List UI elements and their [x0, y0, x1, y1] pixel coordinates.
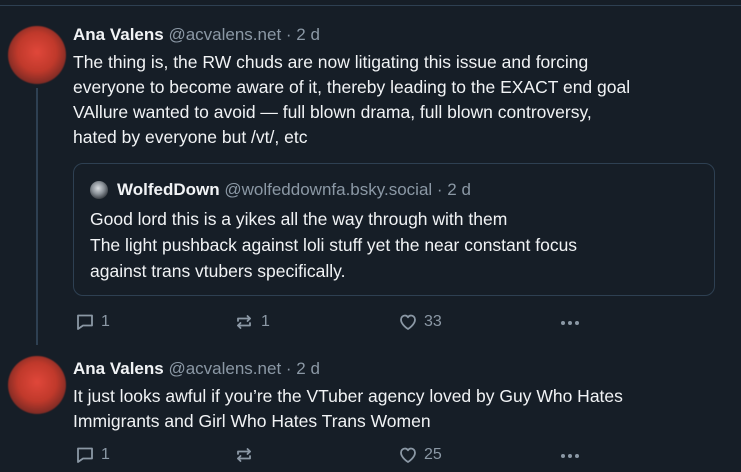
post-text: The thing is, the RW chuds are now litig… [73, 50, 723, 150]
post-header: Ana Valens @acvalens.net · 2 d [73, 358, 320, 380]
repost-icon [237, 315, 251, 329]
post-text-line: hated by everyone but /vt/, etc [73, 127, 308, 147]
repost-button[interactable] [233, 443, 261, 467]
quoted-post-text: Good lord this is a yikes all the way th… [90, 206, 577, 284]
repost-count: 1 [261, 313, 270, 330]
quoted-author-avatar[interactable] [90, 181, 108, 199]
post-actions: 1 1 33 [73, 310, 593, 334]
post-2[interactable]: Ana Valens @acvalens.net · 2 d It just l… [0, 345, 741, 472]
post-header: Ana Valens @acvalens.net · 2 d [73, 24, 320, 46]
post-text: It just looks awful if you’re the VTuber… [73, 384, 723, 434]
quoted-post-header: WolfedDown @wolfeddownfa.bsky.social · 2… [117, 179, 471, 201]
quoted-author-name[interactable]: WolfedDown [117, 180, 220, 199]
reply-button[interactable]: 1 [75, 310, 110, 334]
author-name[interactable]: Ana Valens [73, 359, 164, 378]
heart-icon [400, 314, 416, 330]
like-button[interactable]: 25 [398, 443, 442, 467]
thread-line [36, 88, 38, 345]
repost-button[interactable]: 1 [233, 310, 270, 334]
post-text-line: Immigrants and Girl Who Hates Trans Wome… [73, 411, 431, 431]
quoted-author-handle-time[interactable]: @wolfeddownfa.bsky.social · 2 d [224, 180, 471, 199]
author-name[interactable]: Ana Valens [73, 25, 164, 44]
author-handle-time[interactable]: @acvalens.net · 2 d [168, 25, 319, 44]
more-icon [561, 454, 579, 458]
repost-icon [237, 448, 251, 462]
post-text-line: everyone to become aware of it, thereby … [73, 77, 631, 97]
post-1[interactable]: Ana Valens @acvalens.net · 2 d The thing… [0, 0, 741, 345]
reply-icon [77, 314, 93, 330]
more-icon [561, 321, 579, 325]
quoted-text-line: against trans vtubers specifically. [90, 261, 346, 281]
post-actions: 1 25 [73, 443, 593, 467]
post-text-line: The thing is, the RW chuds are now litig… [73, 52, 589, 72]
reply-icon [77, 447, 93, 463]
more-button[interactable] [559, 443, 581, 467]
author-avatar[interactable] [8, 26, 66, 84]
like-count: 33 [424, 313, 442, 330]
reply-count: 1 [101, 446, 110, 463]
author-handle-time[interactable]: @acvalens.net · 2 d [168, 359, 319, 378]
post-text-line: It just looks awful if you’re the VTuber… [73, 386, 623, 406]
like-button[interactable]: 33 [398, 310, 442, 334]
quoted-post[interactable]: WolfedDown @wolfeddownfa.bsky.social · 2… [73, 163, 715, 296]
reply-button[interactable]: 1 [75, 443, 110, 467]
quoted-text-line: The light pushback against loli stuff ye… [90, 235, 578, 255]
reply-count: 1 [101, 313, 110, 330]
quoted-text-line: Good lord this is a yikes all the way th… [90, 209, 508, 229]
like-count: 25 [424, 446, 442, 463]
heart-icon [400, 447, 416, 463]
more-button[interactable] [559, 310, 581, 334]
post-text-line: VAllure wanted to avoid — full blown dra… [73, 102, 592, 122]
author-avatar[interactable] [8, 356, 66, 414]
